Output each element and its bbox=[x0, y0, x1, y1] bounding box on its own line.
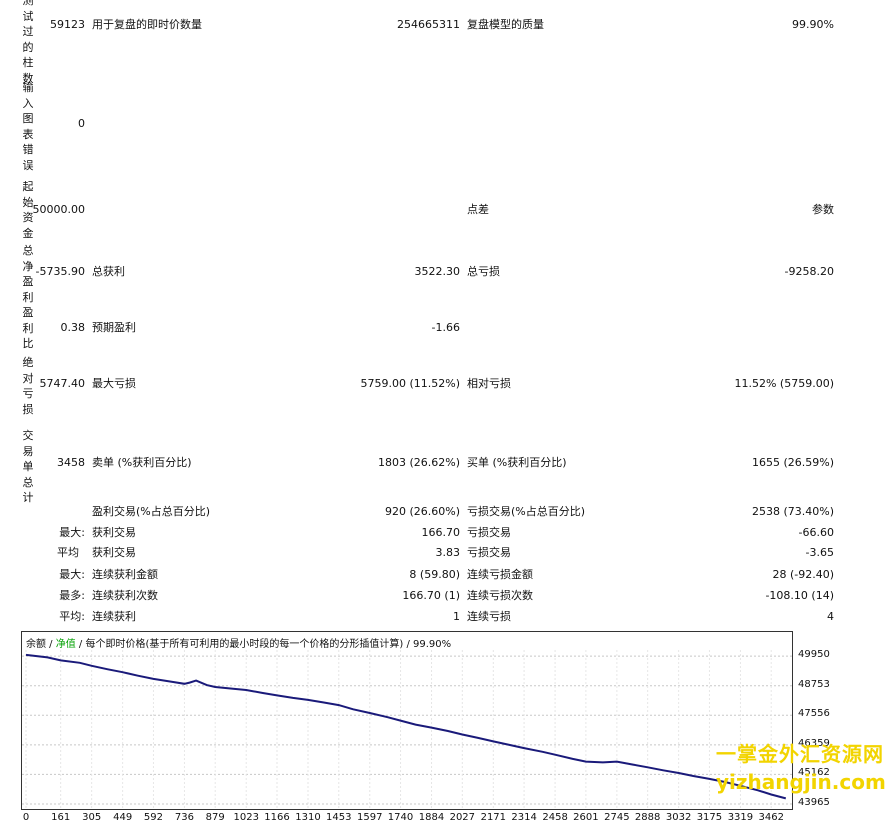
x-tick-label: 3175 bbox=[696, 812, 723, 823]
row-right-value: 4 bbox=[827, 610, 834, 623]
chart-legend: 余额 / 净值 / 每个即时价格(基于所有可利用的最小时段的每一个价格的分形插值… bbox=[26, 635, 451, 650]
profit-factor-value: 0.38 bbox=[60, 321, 86, 334]
long-trades-value: 1655 (26.59%) bbox=[751, 456, 834, 469]
x-tick-label: 1023 bbox=[233, 812, 259, 823]
x-tick-label: 3319 bbox=[727, 812, 754, 823]
x-tick-label: 1740 bbox=[387, 812, 414, 823]
max-drawdown-label: 最大亏损 bbox=[92, 377, 136, 390]
short-trades-value: 1803 (26.62%) bbox=[377, 456, 460, 469]
row-right-label: 连续亏损次数 bbox=[467, 589, 533, 602]
spread-label: 点差 bbox=[467, 203, 489, 216]
balance-chart: 余额 / 净值 / 每个即时价格(基于所有可利用的最小时段的每一个价格的分形插值… bbox=[21, 631, 793, 810]
long-trades-label: 买单 (%获利百分比) bbox=[467, 456, 567, 469]
x-tick-label: 2171 bbox=[480, 812, 507, 823]
row-prefix: 最大: bbox=[59, 526, 85, 539]
expected-payoff-label: 预期盈利 bbox=[92, 321, 136, 334]
row-right-label: 亏损交易 bbox=[467, 526, 511, 539]
row-right-value: -66.60 bbox=[798, 526, 834, 539]
max-drawdown-value: 5759.00 (11.52%) bbox=[360, 377, 460, 390]
legend-balance: 余额 bbox=[26, 639, 46, 650]
bars-tested-label: 测试过的柱数 bbox=[22, 0, 34, 85]
row-prefix: 最大: bbox=[59, 568, 85, 581]
x-tick-label: 2027 bbox=[449, 812, 476, 823]
watermark-url: yizhangjin.com bbox=[716, 770, 886, 794]
row-right-value: -3.65 bbox=[805, 546, 834, 559]
x-tick-label: 449 bbox=[113, 812, 133, 823]
row-right-label: 连续亏损金额 bbox=[467, 568, 533, 581]
total-trades-value: 3458 bbox=[57, 456, 85, 469]
ticks-value: 254665311 bbox=[397, 18, 460, 31]
bars-tested-value: 59123 bbox=[50, 18, 85, 31]
loss-trades-label: 亏损交易(%占总百分比) bbox=[467, 505, 586, 518]
x-tick-label: 3462 bbox=[758, 812, 784, 823]
x-tick-label: 1166 bbox=[264, 812, 290, 823]
row-left-label: 连续获利次数 bbox=[92, 589, 158, 602]
profit-trades-value: 920 (26.60%) bbox=[384, 505, 460, 518]
row-left-value: 1 bbox=[453, 610, 460, 623]
x-tick-label: 736 bbox=[174, 812, 194, 823]
row-right-value: -108.10 (14) bbox=[765, 589, 834, 602]
gross-loss-value: -9258.20 bbox=[784, 265, 834, 278]
x-tick-label: 1310 bbox=[295, 812, 321, 823]
x-tick-label: 2745 bbox=[604, 812, 630, 823]
initial-deposit-value: 50000.00 bbox=[32, 203, 86, 216]
y-tick-label: 49950 bbox=[798, 649, 830, 661]
ticks-label: 用于复盘的即时价数量 bbox=[92, 18, 202, 31]
legend-description: / 每个即时价格(基于所有可利用的最小时段的每一个价格的分形插值计算) / 99… bbox=[75, 639, 452, 650]
x-tick-label: 305 bbox=[82, 812, 102, 823]
x-tick-label: 2601 bbox=[573, 812, 599, 823]
gross-profit-value: 3522.30 bbox=[414, 265, 461, 278]
y-tick-label: 43965 bbox=[798, 797, 830, 808]
balance-series-line bbox=[25, 653, 787, 800]
x-tick-label: 1453 bbox=[326, 812, 352, 823]
row-left-label: 连续获利金额 bbox=[92, 568, 158, 581]
legend-equity: 净值 bbox=[55, 639, 76, 650]
x-tick-label: 879 bbox=[205, 812, 225, 823]
x-tick-label: 2314 bbox=[511, 812, 537, 823]
x-tick-label: 161 bbox=[51, 812, 71, 823]
row-right-label: 亏损交易 bbox=[467, 546, 511, 559]
legend-separator: / bbox=[46, 639, 56, 650]
x-tick-label: 1597 bbox=[357, 812, 383, 823]
row-left-value: 8 (59.80) bbox=[409, 568, 460, 581]
rel-drawdown-value: 11.52% (5759.00) bbox=[734, 377, 834, 390]
row-prefix: 平均 bbox=[57, 546, 79, 559]
row-right-label: 连续亏损 bbox=[467, 610, 511, 623]
row-left-value: 166.70 bbox=[421, 526, 461, 539]
x-tick-label: 3032 bbox=[665, 812, 692, 823]
row-left-label: 连续获利 bbox=[92, 610, 136, 623]
expected-payoff-value: -1.66 bbox=[431, 321, 460, 334]
row-prefix: 最多: bbox=[59, 589, 85, 602]
x-tick-label: 592 bbox=[143, 812, 163, 823]
quality-value: 99.90% bbox=[792, 18, 834, 31]
row-left-label: 获利交易 bbox=[92, 526, 136, 539]
short-trades-label: 卖单 (%获利百分比) bbox=[92, 456, 192, 469]
x-tick-label: 2888 bbox=[634, 812, 661, 823]
y-tick-label: 48753 bbox=[798, 678, 830, 690]
row-right-value: 28 (-92.40) bbox=[772, 568, 834, 581]
x-tick-label: 2458 bbox=[542, 812, 568, 823]
watermark-title: 一掌金外汇资源网 bbox=[716, 742, 884, 766]
x-tick-label: 0 bbox=[22, 812, 30, 823]
gross-loss-label: 总亏损 bbox=[467, 265, 500, 278]
row-left-label: 获利交易 bbox=[92, 546, 136, 559]
profit-trades-label: 盈利交易(%占总百分比) bbox=[92, 505, 211, 518]
abs-drawdown-value: 5747.40 bbox=[39, 377, 86, 390]
quality-label: 复盘模型的质量 bbox=[467, 18, 544, 31]
y-tick-label: 47556 bbox=[798, 708, 830, 720]
net-profit-value: -5735.90 bbox=[35, 265, 85, 278]
x-tick-label: 1884 bbox=[418, 812, 445, 823]
gross-profit-label: 总获利 bbox=[92, 265, 125, 278]
balance-chart-svg bbox=[22, 650, 792, 809]
spread-value: 参数 bbox=[812, 203, 834, 216]
chart-errors-value: 0 bbox=[78, 117, 85, 130]
row-prefix: 平均: bbox=[59, 610, 85, 623]
row-left-value: 166.70 (1) bbox=[402, 589, 460, 602]
loss-trades-value: 2538 (73.40%) bbox=[751, 505, 834, 518]
rel-drawdown-label: 相对亏损 bbox=[467, 377, 511, 390]
row-left-value: 3.83 bbox=[435, 546, 461, 559]
